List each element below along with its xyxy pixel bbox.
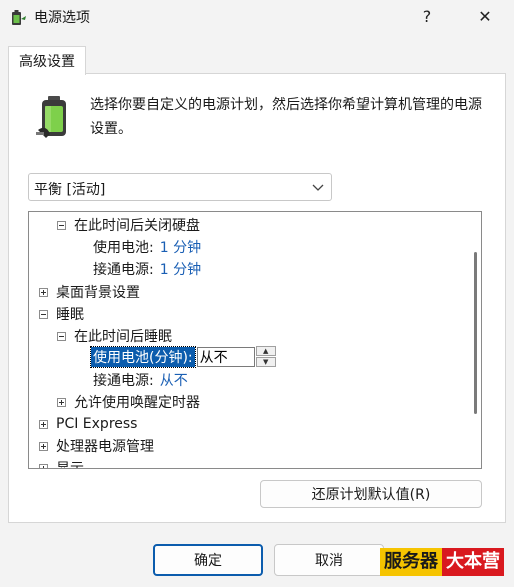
- tree-item-label: 桌面背景设置: [56, 285, 140, 301]
- title-bar: 电源选项 ? ✕: [0, 0, 514, 32]
- restore-defaults-button[interactable]: 还原计划默认值(R): [260, 480, 482, 508]
- tree-item-sleep-plugged[interactable]: 接通电源: 从不: [93, 369, 188, 391]
- tree-item-processor-power[interactable]: 处理器电源管理: [39, 435, 154, 457]
- setting-label: 接通电源:: [93, 262, 154, 278]
- settings-tree[interactable]: 在此时间后关闭硬盘 使用电池: 1 分钟 接通电源: 1 分钟 桌面背景设置 睡…: [28, 211, 482, 469]
- power-plan-value: 平衡 [活动]: [34, 182, 106, 198]
- power-options-icon: [12, 10, 26, 25]
- tree-item-label: 允许使用唤醒定时器: [74, 395, 200, 411]
- tree-item-hdd-plugged[interactable]: 接通电源: 1 分钟: [93, 258, 201, 280]
- tree-scrollbar[interactable]: [465, 212, 481, 468]
- ok-button[interactable]: 确定: [153, 544, 263, 576]
- setting-value[interactable]: 1 分钟: [160, 237, 201, 257]
- tree-item-hdd-battery[interactable]: 使用电池: 1 分钟: [93, 236, 201, 258]
- tree-item-sleep-after[interactable]: 在此时间后睡眠: [57, 325, 172, 347]
- tree-item-pci-express[interactable]: PCI Express: [39, 413, 137, 435]
- window-title: 电源选项: [34, 10, 90, 26]
- collapse-icon[interactable]: [57, 220, 66, 230]
- expand-icon[interactable]: [39, 441, 48, 451]
- expand-icon[interactable]: [39, 287, 48, 297]
- tree-item-hdd-off[interactable]: 在此时间后关闭硬盘: [57, 214, 200, 236]
- minutes-spinner[interactable]: ▲ ▼: [255, 346, 276, 368]
- cancel-button[interactable]: 取消: [274, 544, 384, 576]
- help-button[interactable]: ?: [404, 0, 450, 32]
- spin-up-icon[interactable]: ▲: [255, 346, 276, 356]
- expand-icon[interactable]: [39, 419, 48, 429]
- expand-icon[interactable]: [39, 463, 48, 468]
- tree-item-label: 睡眠: [56, 307, 84, 323]
- tree-item-wake-timers[interactable]: 允许使用唤醒定时器: [57, 391, 200, 413]
- scroll-thumb[interactable]: [474, 252, 477, 414]
- description-text: 选择你要自定义的电源计划，然后选择你希望计算机管理的电源设置。: [90, 97, 482, 137]
- watermark-part2: 大本营: [442, 548, 504, 576]
- close-button[interactable]: ✕: [462, 0, 508, 32]
- watermark-part1: 服务器: [380, 548, 442, 576]
- tab-advanced-settings[interactable]: 高级设置: [8, 46, 86, 75]
- selected-setting-label: 使用电池(分钟):: [90, 346, 196, 368]
- collapse-icon[interactable]: [39, 309, 48, 319]
- collapse-icon[interactable]: [57, 331, 66, 341]
- tree-item-sleep[interactable]: 睡眠: [39, 303, 84, 325]
- setting-value[interactable]: 从不: [160, 370, 188, 390]
- watermark: 服务器 大本营: [380, 548, 504, 576]
- tree-item-label: 在此时间后关闭硬盘: [74, 218, 200, 234]
- tree-item-label: 处理器电源管理: [56, 439, 154, 455]
- spin-down-icon[interactable]: ▼: [255, 357, 276, 367]
- tree-item-desktop-background[interactable]: 桌面背景设置: [39, 281, 140, 303]
- setting-label: 接通电源:: [93, 373, 154, 389]
- tree-item-display[interactable]: 显示: [39, 457, 84, 469]
- tree-item-label: PCI Express: [56, 416, 138, 432]
- sleep-minutes-input[interactable]: [196, 347, 255, 367]
- setting-value[interactable]: 1 分钟: [160, 259, 201, 279]
- battery-plug-icon: [36, 96, 66, 138]
- chevron-down-icon: [312, 184, 324, 191]
- tree-item-sleep-battery[interactable]: 使用电池(分钟): ▲ ▼: [90, 346, 276, 368]
- setting-label: 使用电池:: [93, 240, 154, 256]
- expand-icon[interactable]: [57, 397, 66, 407]
- tree-item-label: 显示: [56, 461, 84, 469]
- power-plan-select[interactable]: 平衡 [活动]: [28, 173, 332, 201]
- tree-item-label: 在此时间后睡眠: [74, 329, 172, 345]
